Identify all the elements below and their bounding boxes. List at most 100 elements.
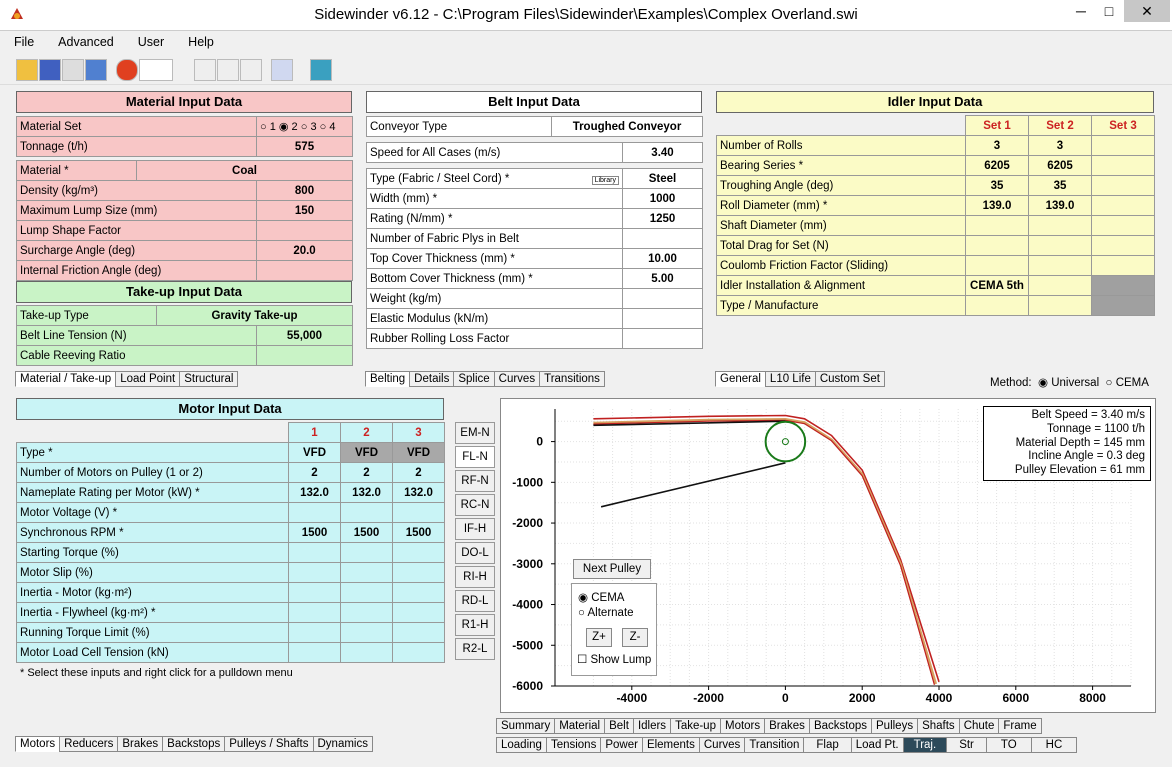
flag-dropdown[interactable]: [139, 59, 173, 81]
surcharge-value[interactable]: 20.0: [255, 240, 354, 261]
belt-line-tension-value[interactable]: 55,000: [255, 325, 354, 346]
tab-idlers[interactable]: Idlers: [632, 718, 672, 734]
lump-size-value[interactable]: 150: [255, 200, 354, 221]
motor-cell[interactable]: [340, 622, 393, 643]
idler-cell[interactable]: [965, 215, 1029, 236]
motor-cell[interactable]: [340, 562, 393, 583]
tab-transition[interactable]: Transition: [744, 737, 805, 753]
tab-str[interactable]: Str: [946, 737, 987, 753]
motor-cell[interactable]: 2: [340, 462, 393, 483]
tab-tensions[interactable]: Tensions: [545, 737, 602, 753]
motor-cell[interactable]: [288, 582, 341, 603]
next-pulley-button[interactable]: Next Pulley: [573, 559, 651, 579]
menu-advanced[interactable]: Advanced: [44, 31, 124, 49]
open-icon[interactable]: [16, 59, 38, 81]
geom-icon[interactable]: [217, 59, 239, 81]
rd-l-button[interactable]: RD-L: [455, 590, 495, 612]
idler-cell[interactable]: [1091, 195, 1155, 216]
idler-cell[interactable]: 3: [965, 135, 1029, 156]
motor-cell[interactable]: 1500: [392, 522, 445, 543]
tab-motors-result[interactable]: Motors: [719, 718, 766, 734]
rc-n-button[interactable]: RC-N: [455, 494, 495, 516]
rolling-loss-value[interactable]: [622, 328, 703, 349]
idler-cell[interactable]: 35: [965, 175, 1029, 196]
motor-cell[interactable]: [288, 542, 341, 563]
tab-hc[interactable]: HC: [1030, 737, 1078, 753]
motor-cell[interactable]: [340, 542, 393, 563]
motor-cell[interactable]: 1500: [288, 522, 341, 543]
rf-n-button[interactable]: RF-N: [455, 470, 495, 492]
tab-details[interactable]: Details: [409, 371, 455, 387]
idler-cell[interactable]: [1028, 295, 1092, 316]
tab-splice[interactable]: Splice: [453, 371, 495, 387]
tab-structural[interactable]: Structural: [179, 371, 239, 387]
motor-cell[interactable]: [392, 602, 445, 623]
motor-cell[interactable]: 2: [288, 462, 341, 483]
tab-belt[interactable]: Belt: [604, 718, 634, 734]
motor-cell[interactable]: [392, 642, 445, 663]
tab-brakes-result[interactable]: Brakes: [764, 718, 810, 734]
tab-chute[interactable]: Chute: [958, 718, 1000, 734]
tab-summary[interactable]: Summary: [496, 718, 556, 734]
ri-h-button[interactable]: RI-H: [455, 566, 495, 588]
tab-general[interactable]: General: [715, 371, 766, 387]
motor-cell[interactable]: [288, 562, 341, 583]
motor-cell[interactable]: [288, 642, 341, 663]
motor-cell[interactable]: VFD: [288, 442, 341, 463]
r1-h-button[interactable]: R1-H: [455, 614, 495, 636]
tab-transitions[interactable]: Transitions: [539, 371, 605, 387]
plys-value[interactable]: [622, 228, 703, 249]
do-l-button[interactable]: DO-L: [455, 542, 495, 564]
menu-file[interactable]: File: [0, 31, 44, 49]
idler-cell[interactable]: CEMA 5th: [965, 275, 1029, 296]
tab-power[interactable]: Power: [600, 737, 643, 753]
belt-type-value[interactable]: Steel: [622, 168, 703, 189]
chart-icon[interactable]: [271, 59, 293, 81]
motor-cell[interactable]: [288, 622, 341, 643]
idler-cell[interactable]: [1028, 235, 1092, 256]
library-button[interactable]: Library: [591, 175, 619, 185]
idler-cell[interactable]: 139.0: [965, 195, 1029, 216]
rating-value[interactable]: 1250: [622, 208, 703, 229]
idler-cell[interactable]: [1028, 275, 1092, 296]
show-lump-checkbox[interactable]: ☐ Show Lump: [577, 652, 651, 666]
save-icon[interactable]: [39, 59, 61, 81]
menu-user[interactable]: User: [124, 31, 174, 49]
motor-cell[interactable]: [340, 502, 393, 523]
tab-reducers[interactable]: Reducers: [59, 736, 119, 752]
tab-traj[interactable]: Traj.: [902, 737, 948, 753]
motor-cell[interactable]: [392, 622, 445, 643]
speed-value[interactable]: 3.40: [622, 142, 703, 163]
weight-value[interactable]: [622, 288, 703, 309]
edit-icon[interactable]: [85, 59, 107, 81]
idler-cell[interactable]: 35: [1028, 175, 1092, 196]
motor-cell[interactable]: 132.0: [392, 482, 445, 503]
tab-backstops-result[interactable]: Backstops: [808, 718, 872, 734]
lump-shape-value[interactable]: [255, 220, 354, 241]
friction-angle-value[interactable]: [255, 260, 354, 281]
idler-cell[interactable]: [1028, 215, 1092, 236]
motor-cell[interactable]: [340, 602, 393, 623]
idler-cell[interactable]: [1091, 215, 1155, 236]
motor-cell[interactable]: 132.0: [340, 482, 393, 503]
calculator-icon[interactable]: [310, 59, 332, 81]
top-cover-value[interactable]: 10.00: [622, 248, 703, 269]
idler-cell[interactable]: [1091, 175, 1155, 196]
cema-radio[interactable]: ◉ CEMA: [578, 590, 624, 604]
close-button[interactable]: ✕: [1124, 0, 1170, 22]
idler-cell[interactable]: [965, 255, 1029, 276]
tab-take-up[interactable]: Take-up: [670, 718, 721, 734]
width-value[interactable]: 1000: [622, 188, 703, 209]
main-icon[interactable]: [240, 59, 262, 81]
idler-cell[interactable]: 3: [1028, 135, 1092, 156]
cable-reeving-value[interactable]: [255, 345, 354, 366]
material-set-radios[interactable]: ○ 1 ◉ 2 ○ 3 ○ 4: [256, 116, 353, 137]
idler-cell[interactable]: [1091, 235, 1155, 256]
motor-cell[interactable]: [288, 602, 341, 623]
motor-cell[interactable]: [288, 502, 341, 523]
tab-l10-life[interactable]: L10 Life: [764, 371, 816, 387]
idler-cell[interactable]: [1091, 135, 1155, 156]
conveyor-type-value[interactable]: Troughed Conveyor: [551, 116, 703, 137]
tab-elements[interactable]: Elements: [641, 737, 700, 753]
bottom-cover-value[interactable]: 5.00: [622, 268, 703, 289]
